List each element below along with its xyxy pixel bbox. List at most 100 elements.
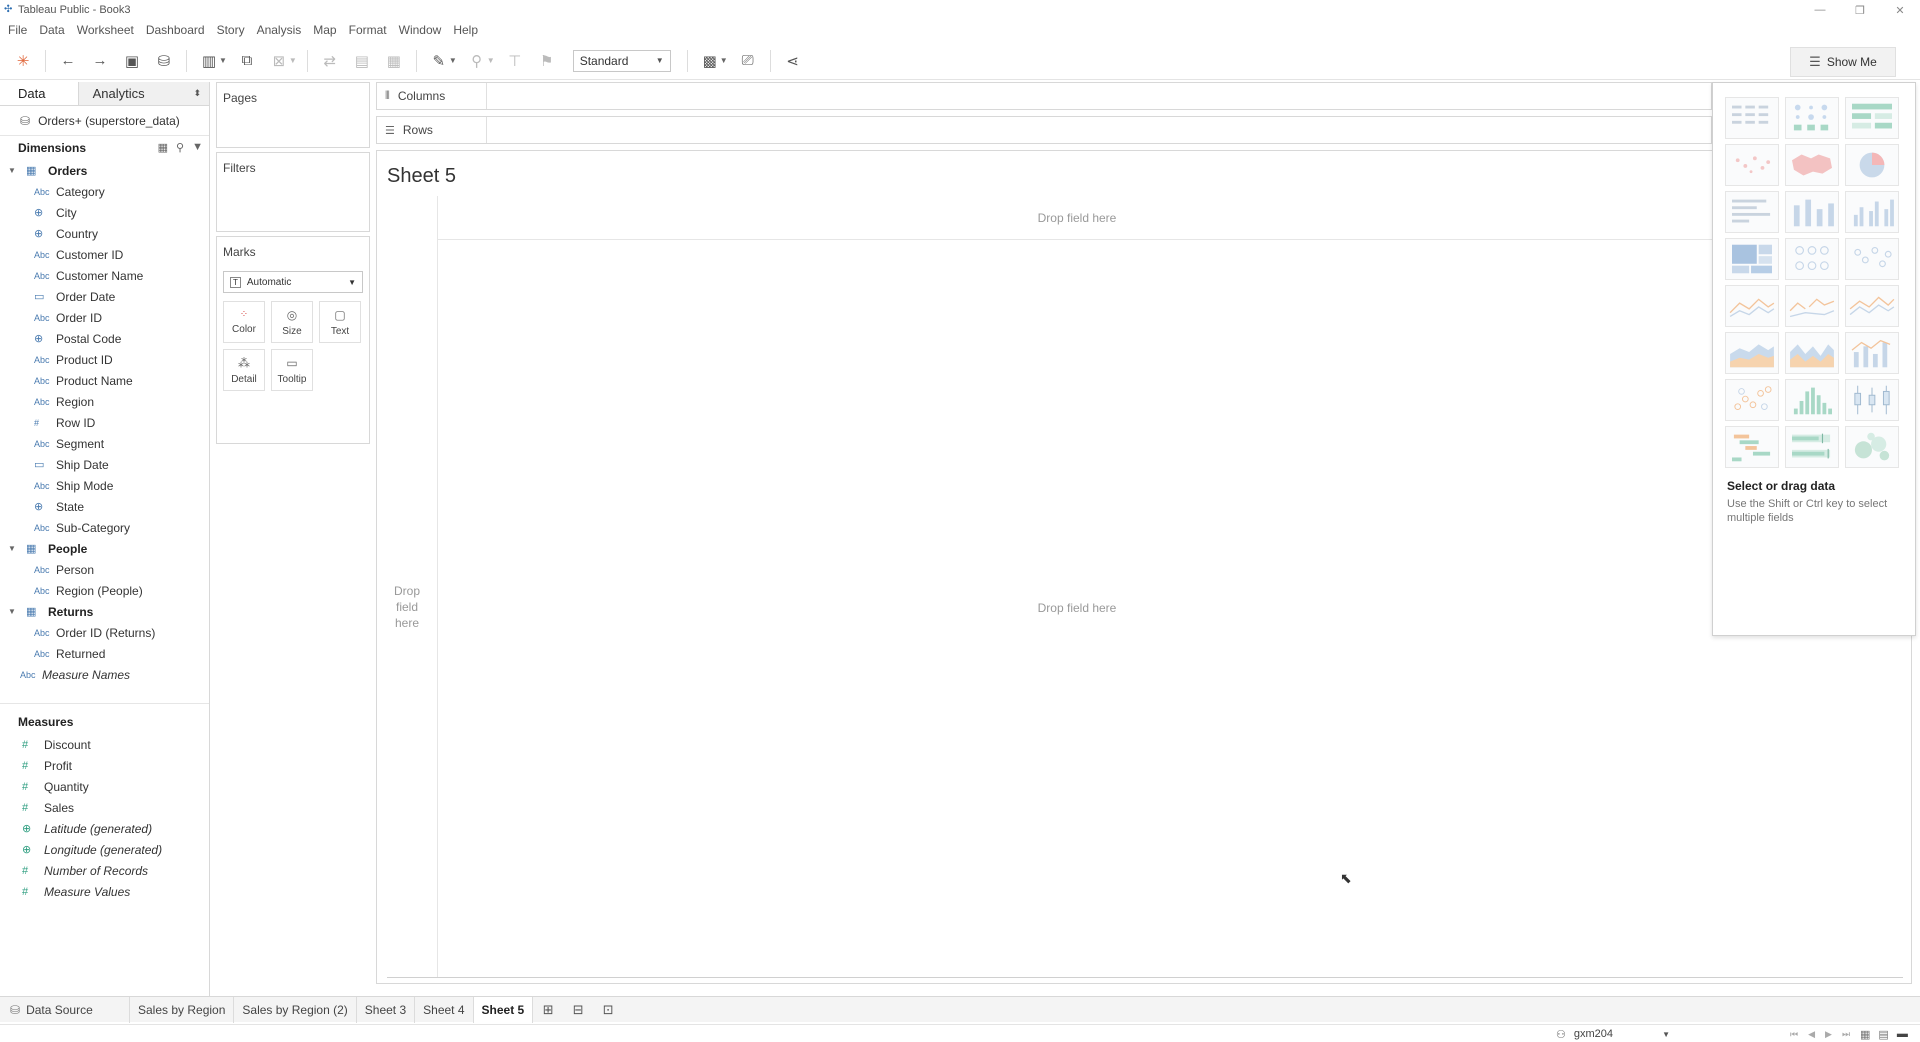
pages-card[interactable]: Pages bbox=[216, 82, 370, 148]
dimension-field[interactable]: Abc Sub-Category bbox=[0, 517, 209, 538]
new-worksheet-icon[interactable]: ⊞ bbox=[533, 997, 563, 1023]
highlight-caret-icon[interactable]: ▼ bbox=[449, 56, 457, 65]
undo-icon[interactable]: ← bbox=[57, 50, 79, 72]
continuous-lines-thumb[interactable] bbox=[1725, 285, 1779, 327]
duplicate-sheet-icon[interactable]: ⧉ bbox=[236, 50, 258, 72]
symbol-map-thumb[interactable] bbox=[1725, 144, 1779, 186]
datasource-item[interactable]: ⛁ Orders+ (superstore_data) bbox=[0, 106, 209, 136]
tableau-home-icon[interactable]: ✳ bbox=[12, 50, 34, 72]
histogram-thumb[interactable] bbox=[1785, 379, 1839, 421]
tab-data-source[interactable]: ⛁ Data Source bbox=[0, 996, 130, 1023]
dimension-field[interactable]: Abc Order ID bbox=[0, 307, 209, 328]
tab-sheet-5[interactable]: Sheet 5 bbox=[473, 996, 534, 1023]
size-button[interactable]: ◎ Size bbox=[271, 301, 313, 343]
dimension-field[interactable]: Abc Segment bbox=[0, 433, 209, 454]
show-mark-labels-icon[interactable]: ⊤ bbox=[504, 50, 526, 72]
bullet-graph-thumb[interactable] bbox=[1785, 426, 1839, 468]
detail-button[interactable]: ⁂ Detail bbox=[223, 349, 265, 391]
measure-field[interactable]: # Discount bbox=[0, 734, 209, 755]
horizontal-bars-thumb[interactable] bbox=[1725, 191, 1779, 233]
drop-zone-columns[interactable]: Drop field here bbox=[437, 196, 1717, 240]
text-table-thumb[interactable] bbox=[1725, 97, 1779, 139]
dimension-field[interactable]: # Row ID bbox=[0, 412, 209, 433]
new-dashboard-icon[interactable]: ⊟ bbox=[563, 997, 593, 1023]
swap-rows-columns-icon[interactable]: ⇄ bbox=[319, 50, 341, 72]
first-sheet-icon[interactable]: ⏮ bbox=[1790, 1029, 1798, 1040]
prev-sheet-icon[interactable]: ◀ bbox=[1808, 1029, 1815, 1040]
menu-file[interactable]: File bbox=[8, 23, 27, 37]
dimension-field[interactable]: Abc Measure Names bbox=[0, 664, 209, 685]
menu-story[interactable]: Story bbox=[217, 23, 245, 37]
dimension-field[interactable]: Abc Product Name bbox=[0, 370, 209, 391]
measure-field[interactable]: # Profit bbox=[0, 755, 209, 776]
dimension-field[interactable]: Abc Region bbox=[0, 391, 209, 412]
chevron-down-icon[interactable]: ▼ bbox=[192, 141, 203, 154]
filters-card[interactable]: Filters bbox=[216, 152, 370, 232]
clear-sheet-caret-icon[interactable]: ▼ bbox=[289, 56, 297, 65]
dimension-field[interactable]: ▭ Order Date bbox=[0, 286, 209, 307]
menu-worksheet[interactable]: Worksheet bbox=[77, 23, 134, 37]
menu-data[interactable]: Data bbox=[39, 23, 64, 37]
dual-combination-thumb[interactable] bbox=[1845, 332, 1899, 374]
tabs-view-icon[interactable]: ▬ bbox=[1897, 1028, 1908, 1040]
restore-icon[interactable]: ❐ bbox=[1840, 0, 1880, 20]
fit-select[interactable]: Standard ▼ bbox=[572, 49, 671, 72]
discrete-lines-thumb[interactable] bbox=[1785, 285, 1839, 327]
dimension-field[interactable]: ⊕ State bbox=[0, 496, 209, 517]
treemap-thumb[interactable] bbox=[1725, 238, 1779, 280]
measure-field[interactable]: ⊕ Longitude (generated) bbox=[0, 839, 209, 860]
pie-chart-thumb[interactable] bbox=[1845, 144, 1899, 186]
tab-analytics[interactable]: Analytics ⬍ bbox=[77, 82, 209, 105]
fix-axes-icon[interactable]: ⚑ bbox=[536, 50, 558, 72]
dimension-field[interactable]: Abc Person bbox=[0, 559, 209, 580]
group-members-icon[interactable]: ⚲ bbox=[466, 50, 488, 72]
measure-field[interactable]: # Quantity bbox=[0, 776, 209, 797]
table-group-returns[interactable]: ▼ ▦ Returns bbox=[0, 601, 209, 622]
pane-menu-icon[interactable]: ⬍ bbox=[193, 88, 201, 99]
tab-sales-by-region[interactable]: Sales by Region bbox=[130, 996, 235, 1023]
next-sheet-icon[interactable]: ▶ bbox=[1825, 1029, 1832, 1040]
show-me-button[interactable]: ☰ Show Me bbox=[1790, 47, 1896, 77]
tab-sales-by-region-2[interactable]: Sales by Region (2) bbox=[234, 996, 357, 1023]
table-group-people[interactable]: ▼ ▦ People bbox=[0, 538, 209, 559]
dimension-field[interactable]: Abc Region (People) bbox=[0, 580, 209, 601]
dimension-field[interactable]: ⊕ Postal Code bbox=[0, 328, 209, 349]
measure-field[interactable]: ⊕ Latitude (generated) bbox=[0, 818, 209, 839]
show-cards-caret-icon[interactable]: ▼ bbox=[720, 56, 728, 65]
chevron-down-icon[interactable]: ▼ bbox=[8, 166, 20, 175]
filmstrip-view-icon[interactable]: ▤ bbox=[1878, 1028, 1888, 1041]
share-icon[interactable]: ⋖ bbox=[782, 50, 804, 72]
dimension-field[interactable]: ⊕ City bbox=[0, 202, 209, 223]
tab-data[interactable]: Data bbox=[0, 82, 78, 105]
dimension-field[interactable]: Abc Customer ID bbox=[0, 244, 209, 265]
measure-field[interactable]: # Number of Records bbox=[0, 860, 209, 881]
redo-icon[interactable]: → bbox=[89, 50, 111, 72]
last-sheet-icon[interactable]: ⏭ bbox=[1842, 1029, 1850, 1040]
chevron-down-icon[interactable]: ▼ bbox=[8, 544, 20, 553]
menu-dashboard[interactable]: Dashboard bbox=[146, 23, 205, 37]
area-continuous-thumb[interactable] bbox=[1725, 332, 1779, 374]
menu-help[interactable]: Help bbox=[453, 23, 478, 37]
dimension-field[interactable]: Abc Ship Mode bbox=[0, 475, 209, 496]
new-story-icon[interactable]: ⊡ bbox=[593, 997, 623, 1023]
sheet-title[interactable]: Sheet 5 bbox=[387, 165, 456, 188]
presentation-mode-icon[interactable]: ⎚ bbox=[737, 50, 759, 72]
box-whisker-thumb[interactable] bbox=[1845, 379, 1899, 421]
chevron-down-icon[interactable]: ▼ bbox=[8, 607, 20, 616]
sort-descending-icon[interactable]: ▦ bbox=[383, 50, 405, 72]
marks-type-select[interactable]: T Automatic ▼ bbox=[223, 271, 363, 293]
heat-map-thumb[interactable] bbox=[1785, 97, 1839, 139]
filled-map-thumb[interactable] bbox=[1785, 144, 1839, 186]
menu-window[interactable]: Window bbox=[399, 23, 442, 37]
show-cards-icon[interactable]: ▩ bbox=[699, 50, 721, 72]
measure-field[interactable]: # Measure Values bbox=[0, 881, 209, 902]
save-icon[interactable]: ▣ bbox=[121, 50, 143, 72]
highlight-table-thumb[interactable] bbox=[1845, 97, 1899, 139]
gantt-chart-thumb[interactable] bbox=[1725, 426, 1779, 468]
dimension-field[interactable]: Abc Order ID (Returns) bbox=[0, 622, 209, 643]
text-button[interactable]: ▢ Text bbox=[319, 301, 361, 343]
new-worksheet-caret-icon[interactable]: ▼ bbox=[219, 56, 227, 65]
group-caret-icon[interactable]: ▼ bbox=[487, 56, 495, 65]
circle-views-thumb[interactable] bbox=[1785, 238, 1839, 280]
tab-sheet-3[interactable]: Sheet 3 bbox=[357, 996, 416, 1023]
